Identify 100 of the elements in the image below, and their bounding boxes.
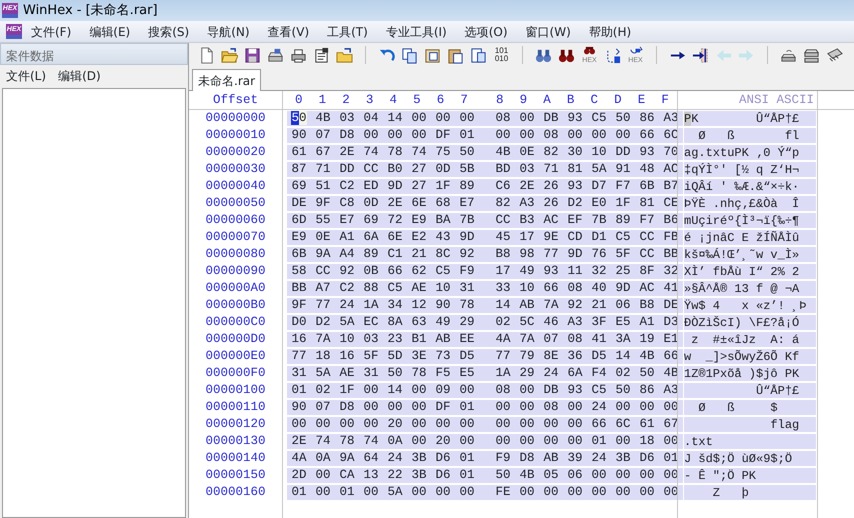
hex-byte[interactable]: 09	[431, 381, 455, 400]
hex-byte[interactable]: 8F	[635, 262, 659, 281]
hex-byte[interactable]: 0E	[515, 143, 539, 162]
hex-byte[interactable]: 1F	[335, 381, 359, 400]
hex-byte[interactable]: DF	[431, 126, 455, 145]
hex-byte[interactable]: 5A	[335, 313, 359, 332]
hex-byte[interactable]: 00	[635, 483, 659, 502]
hex-byte[interactable]: C5	[611, 228, 635, 247]
hex-byte[interactable]: 27	[407, 177, 431, 196]
hex-byte[interactable]: 49	[431, 313, 455, 332]
hex-byte[interactable]: 3B	[407, 449, 431, 468]
hex-byte[interactable]: 6B	[287, 245, 311, 264]
hex-byte[interactable]: 9F	[311, 194, 335, 213]
hex-byte[interactable]: CE	[659, 194, 683, 213]
hex-byte[interactable]: AE	[407, 279, 431, 298]
hex-byte[interactable]: 36	[563, 347, 587, 366]
hex-byte[interactable]: 67	[659, 415, 683, 434]
hex-byte[interactable]: 00	[611, 126, 635, 145]
hex-byte[interactable]: F9	[455, 262, 479, 281]
hex-byte[interactable]: 11	[563, 262, 587, 281]
hex-byte[interactable]: 23	[383, 330, 407, 349]
hex-byte[interactable]: D1	[587, 228, 611, 247]
hex-byte[interactable]: 66	[635, 126, 659, 145]
ascii-text[interactable]: iQÂí ' ‰Æ.&“×÷k·	[684, 178, 816, 196]
hex-byte[interactable]: 00	[359, 415, 383, 434]
hex-byte[interactable]: 01	[455, 466, 479, 485]
hex-byte[interactable]: 22	[383, 466, 407, 485]
hex-byte[interactable]: 82	[539, 143, 563, 162]
menu-item[interactable]: 文件(F)	[22, 22, 80, 40]
hex-byte[interactable]: E9	[407, 211, 431, 230]
hex-byte[interactable]: 90	[287, 126, 311, 145]
hex-byte[interactable]: 00	[407, 483, 431, 502]
hex-byte[interactable]: 00	[491, 432, 515, 451]
hex-byte[interactable]: 93	[563, 177, 587, 196]
hex-byte[interactable]: BD	[491, 160, 515, 179]
hex-byte[interactable]: D6	[431, 449, 455, 468]
hex-byte[interactable]: 6B	[635, 177, 659, 196]
hex-byte[interactable]: 27	[407, 160, 431, 179]
hex-byte[interactable]: 18	[635, 432, 659, 451]
hex-byte[interactable]: 00	[431, 109, 455, 128]
hex-byte[interactable]: 88	[359, 279, 383, 298]
hex-byte[interactable]: CC	[635, 228, 659, 247]
hex-byte[interactable]: BA	[431, 211, 455, 230]
hex-byte[interactable]: 9A	[335, 449, 359, 468]
hex-byte[interactable]: F7	[611, 177, 635, 196]
hex-byte[interactable]: E7	[455, 194, 479, 213]
hex-byte[interactable]: 00	[311, 466, 335, 485]
hex-byte[interactable]: 50	[287, 109, 311, 128]
hex-byte[interactable]: AC	[635, 279, 659, 298]
hex-byte[interactable]: 61	[287, 143, 311, 162]
hex-byte[interactable]: 66	[539, 279, 563, 298]
hex-byte[interactable]: E0	[587, 194, 611, 213]
hex-byte[interactable]: 5A	[587, 160, 611, 179]
hex-byte[interactable]: 41	[587, 330, 611, 349]
menu-item[interactable]: 查看(V)	[258, 22, 318, 40]
hex-byte[interactable]: 1F	[431, 177, 455, 196]
hex-byte[interactable]: F9	[491, 449, 515, 468]
hex-byte[interactable]: 66	[659, 347, 683, 366]
hex-byte[interactable]: 00	[491, 398, 515, 417]
hex-byte[interactable]: 00	[587, 483, 611, 502]
hex-byte[interactable]: DF	[431, 398, 455, 417]
hex-byte[interactable]: 3A	[611, 330, 635, 349]
hex-byte[interactable]: DD	[335, 160, 359, 179]
hex-byte[interactable]: 6E	[383, 228, 407, 247]
hex-byte[interactable]: 00	[611, 483, 635, 502]
hex-byte[interactable]: 00	[455, 432, 479, 451]
hex-byte[interactable]: 29	[455, 313, 479, 332]
hex-byte[interactable]: EC	[359, 313, 383, 332]
hex-byte[interactable]: 24	[335, 296, 359, 315]
hex-byte[interactable]: 00	[515, 381, 539, 400]
hex-byte[interactable]: 01	[587, 432, 611, 451]
hex-byte[interactable]: 00	[407, 415, 431, 434]
toolbar-button[interactable]: 101 010	[492, 45, 511, 65]
hex-byte[interactable]: 49	[515, 262, 539, 281]
hex-byte[interactable]: 76	[587, 245, 611, 264]
hex-byte[interactable]: 9D	[455, 228, 479, 247]
hex-byte[interactable]: 9D	[383, 177, 407, 196]
hex-byte[interactable]: 00	[611, 432, 635, 451]
hex-byte[interactable]: AC	[659, 160, 683, 179]
ascii-text[interactable]: mUçiréº{Ì³¬ï{‰÷¶	[684, 212, 816, 230]
ascii-text[interactable]: ‡qÝÌ°' [½ q Z‘H¬	[684, 160, 816, 178]
hex-byte[interactable]: F4	[587, 364, 611, 383]
hex-byte[interactable]: 00	[311, 415, 335, 434]
menu-item[interactable]: 搜索(S)	[139, 22, 198, 40]
hex-byte[interactable]: C8	[335, 194, 359, 213]
hex-byte[interactable]: 5F	[611, 245, 635, 264]
hex-byte[interactable]: 68	[431, 194, 455, 213]
hex-byte[interactable]: 90	[431, 296, 455, 315]
menu-item[interactable]: 编辑(E)	[80, 22, 140, 40]
menu-item[interactable]: 导航(N)	[198, 22, 259, 40]
hex-byte[interactable]: 71	[311, 160, 335, 179]
hex-byte[interactable]: 24	[539, 364, 563, 383]
ascii-text[interactable]: »§Â^Å® 13 f @ ¬A	[684, 280, 816, 298]
hex-byte[interactable]: 00	[311, 483, 335, 502]
hex-byte[interactable]: 9A	[311, 245, 335, 264]
hex-byte[interactable]: 01	[659, 449, 683, 468]
hex-byte[interactable]: 31	[359, 364, 383, 383]
hex-byte[interactable]: A3	[515, 194, 539, 213]
hex-byte[interactable]: 10	[431, 279, 455, 298]
hex-byte[interactable]: 21	[407, 245, 431, 264]
